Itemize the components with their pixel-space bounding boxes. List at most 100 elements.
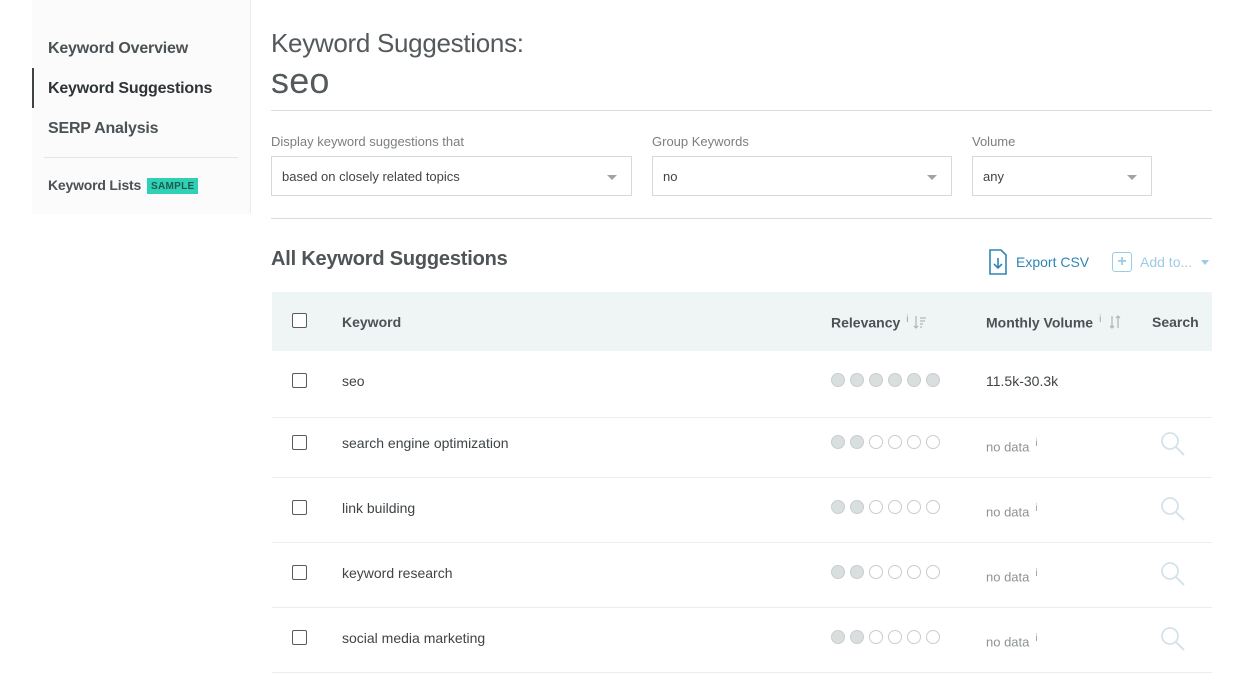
display-filter-value: based on closely related topics xyxy=(282,169,460,184)
monthly-volume-cell: no data i xyxy=(986,438,1038,454)
select-all-checkbox[interactable] xyxy=(292,313,307,328)
column-relevancy[interactable]: Relevancy i xyxy=(831,314,909,331)
relevancy-dot xyxy=(850,435,864,449)
relevancy-dot xyxy=(888,435,902,449)
keyword-cell: keyword research xyxy=(342,565,453,581)
chevron-down-icon xyxy=(927,175,937,180)
header-divider xyxy=(271,110,1212,111)
relevancy-dot xyxy=(850,500,864,514)
monthly-volume-value: 11.5k-30.3k xyxy=(986,373,1059,389)
display-filter-label: Display keyword suggestions that xyxy=(271,134,464,149)
volume-filter-value: any xyxy=(983,169,1004,184)
relevancy-dot xyxy=(850,373,864,387)
relevancy-dot xyxy=(888,630,902,644)
monthly-volume-cell: no data i xyxy=(986,503,1038,519)
keyword-cell: social media marketing xyxy=(342,630,486,646)
sidebar-item-keyword-suggestions[interactable]: Keyword Suggestions xyxy=(48,80,212,98)
sidebar-item-keyword-overview[interactable]: Keyword Overview xyxy=(48,40,188,58)
monthly-volume-cell: 11.5k-30.3k xyxy=(986,373,1058,389)
volume-filter-label: Volume xyxy=(972,134,1016,149)
relevancy-indicator xyxy=(831,565,940,579)
relevancy-dot xyxy=(831,565,845,579)
add-to-button[interactable]: + Add to... xyxy=(1112,248,1210,276)
row-checkbox[interactable] xyxy=(292,630,307,645)
relevancy-dot xyxy=(869,565,883,579)
active-indicator xyxy=(32,68,34,108)
search-icon[interactable] xyxy=(1160,431,1186,457)
export-csv-icon xyxy=(989,249,1007,275)
chevron-down-icon xyxy=(1201,259,1210,265)
monthly-volume-cell: no data i xyxy=(986,568,1038,584)
page-title: Keyword Suggestions: xyxy=(271,28,524,58)
row-checkbox[interactable] xyxy=(292,373,307,388)
table-row: link building no data i xyxy=(272,477,1212,543)
column-monthly-volume[interactable]: Monthly Volume i xyxy=(986,314,1101,331)
row-checkbox[interactable] xyxy=(292,565,307,580)
relevancy-dot xyxy=(850,565,864,579)
relevancy-dot xyxy=(831,373,845,387)
relevancy-dot xyxy=(831,435,845,449)
relevancy-dot xyxy=(907,373,921,387)
sidebar-item-keyword-lists[interactable]: Keyword Lists xyxy=(48,177,141,193)
column-keyword[interactable]: Keyword xyxy=(342,314,401,330)
relevancy-indicator xyxy=(831,630,940,644)
monthly-volume-cell: no data i xyxy=(986,633,1038,649)
row-checkbox[interactable] xyxy=(292,500,307,515)
relevancy-dot xyxy=(926,435,940,449)
relevancy-dot xyxy=(831,630,845,644)
chevron-down-icon xyxy=(1127,175,1137,180)
relevancy-dot xyxy=(888,373,902,387)
relevancy-dot xyxy=(907,435,921,449)
display-filter-select[interactable]: based on closely related topics xyxy=(271,156,632,196)
relevancy-indicator xyxy=(831,373,940,387)
info-icon[interactable]: i xyxy=(1035,438,1037,449)
relevancy-dot xyxy=(926,500,940,514)
search-icon[interactable] xyxy=(1160,626,1186,652)
sidebar-divider xyxy=(44,157,238,158)
info-icon[interactable]: i xyxy=(1035,503,1037,514)
keyword-cell: seo xyxy=(342,373,365,389)
info-icon[interactable]: i xyxy=(1099,314,1101,325)
info-icon[interactable]: i xyxy=(906,314,908,325)
table-row: search engine optimization no data i xyxy=(272,412,1212,478)
relevancy-dot xyxy=(869,435,883,449)
relevancy-dot xyxy=(831,500,845,514)
sidebar-item-serp-analysis[interactable]: SERP Analysis xyxy=(48,120,159,138)
relevancy-indicator xyxy=(831,500,940,514)
relevancy-dot xyxy=(869,630,883,644)
sample-badge: SAMPLE xyxy=(147,178,199,194)
section-title: All Keyword Suggestions xyxy=(271,248,508,270)
sort-icon[interactable] xyxy=(1108,315,1122,329)
search-icon[interactable] xyxy=(1160,561,1186,587)
relevancy-dot xyxy=(869,373,883,387)
keyword-cell: search engine optimization xyxy=(342,435,509,451)
relevancy-dot xyxy=(926,565,940,579)
search-icon[interactable] xyxy=(1160,496,1186,522)
group-filter-label: Group Keywords xyxy=(652,134,749,149)
table-row: social media marketing no data i xyxy=(272,607,1212,673)
table-header: Keyword Relevancy i Monthly Volume i Searc… xyxy=(272,292,1212,351)
export-csv-label: Export CSV xyxy=(1016,254,1090,270)
relevancy-dot xyxy=(888,565,902,579)
row-checkbox[interactable] xyxy=(292,435,307,450)
relevancy-dot xyxy=(926,630,940,644)
table-row: keyword research no data i xyxy=(272,542,1212,608)
relevancy-dot xyxy=(926,373,940,387)
export-csv-button[interactable]: Export CSV xyxy=(988,248,1089,276)
monthly-volume-value: no data xyxy=(986,439,1030,455)
column-monthly-volume-label: Monthly Volume xyxy=(986,314,1094,331)
page-query: seo xyxy=(271,60,330,101)
group-filter-value: no xyxy=(663,169,678,184)
relevancy-dot xyxy=(869,500,883,514)
keyword-cell: link building xyxy=(342,500,416,516)
volume-filter-select[interactable]: any xyxy=(972,156,1152,196)
group-filter-select[interactable]: no xyxy=(652,156,952,196)
info-icon[interactable]: i xyxy=(1035,633,1037,644)
relevancy-dot xyxy=(907,565,921,579)
relevancy-indicator xyxy=(831,435,940,449)
add-icon: + xyxy=(1112,252,1132,272)
table-row: seo 11.5k-30.3k xyxy=(272,352,1212,418)
sort-icon[interactable] xyxy=(913,315,927,329)
relevancy-dot xyxy=(850,630,864,644)
info-icon[interactable]: i xyxy=(1035,568,1037,579)
